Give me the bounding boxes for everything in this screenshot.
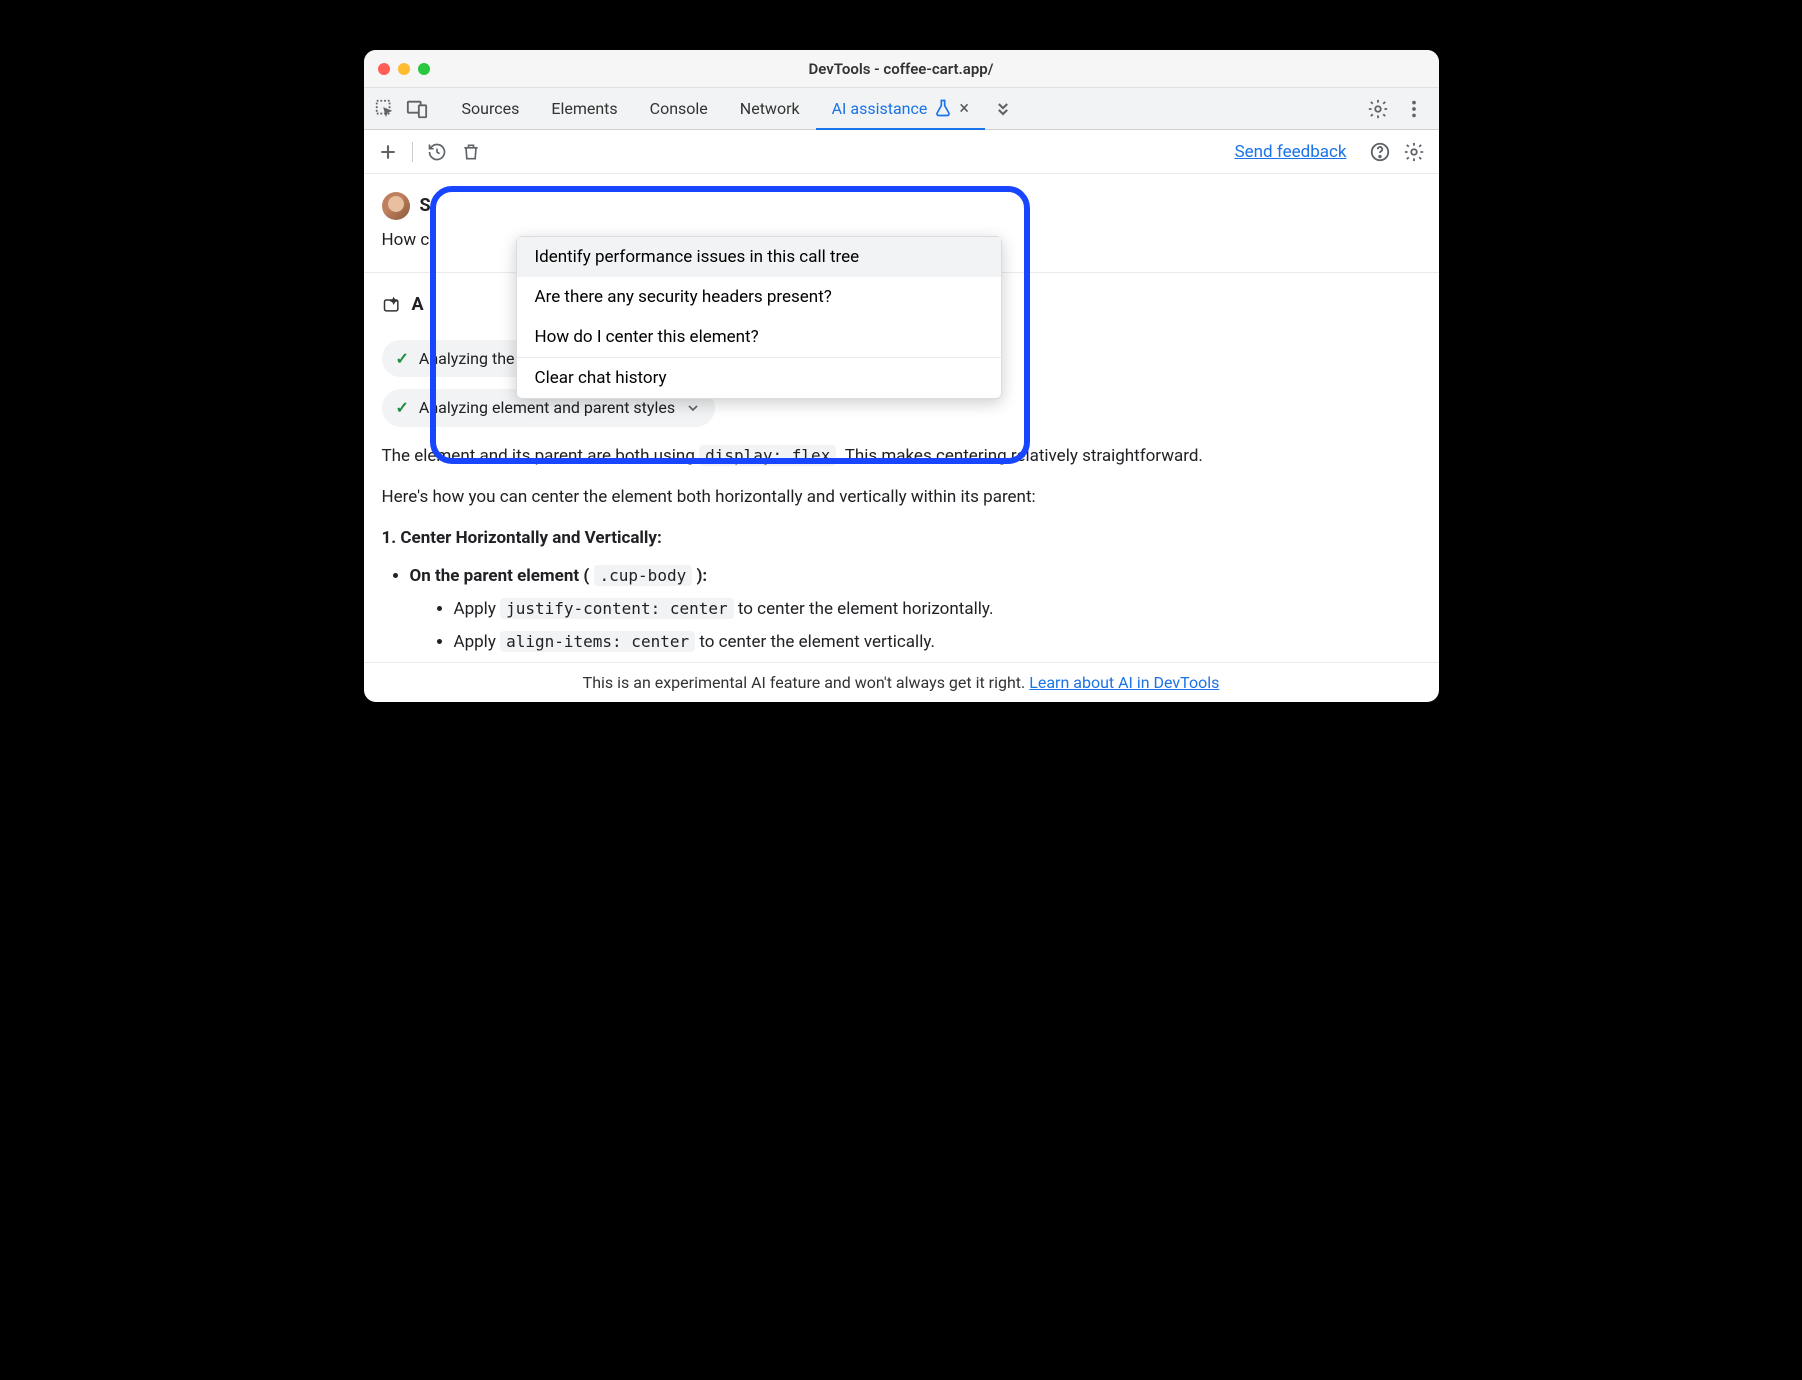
dropdown-item[interactable]: Identify performance issues in this call… xyxy=(517,237,1001,277)
delete-icon[interactable] xyxy=(461,142,481,162)
code-inline: display: flex xyxy=(699,445,836,466)
tab-sources[interactable]: Sources xyxy=(446,88,536,129)
dropdown-item[interactable]: Are there any security headers present? xyxy=(517,277,1001,317)
tab-label: Network xyxy=(740,99,800,118)
tab-label: Console xyxy=(650,99,708,118)
panel-toolbar: Send feedback xyxy=(364,130,1439,174)
titlebar: DevTools - coffee-cart.app/ xyxy=(364,50,1439,88)
learn-more-link[interactable]: Learn about AI in DevTools xyxy=(1029,673,1219,692)
ai-paragraph: The element and its parent are both usin… xyxy=(382,443,1421,470)
tab-console[interactable]: Console xyxy=(634,88,724,129)
inspect-icon[interactable] xyxy=(374,98,396,120)
close-tab-icon[interactable]: × xyxy=(959,98,969,119)
settings-gear-icon[interactable] xyxy=(1367,98,1389,120)
kebab-menu-icon[interactable] xyxy=(1403,98,1425,120)
divider xyxy=(412,142,413,162)
code-inline: align-items: center xyxy=(500,631,695,652)
send-feedback-link[interactable]: Send feedback xyxy=(1235,142,1347,162)
check-icon: ✓ xyxy=(396,395,409,421)
disclaimer-footer: This is an experimental AI feature and w… xyxy=(364,662,1439,702)
pill-label: Analyzing element and parent styles xyxy=(419,395,675,421)
main-tabbar: Sources Elements Console Network AI assi… xyxy=(364,88,1439,130)
tab-elements[interactable]: Elements xyxy=(535,88,633,129)
code-inline: justify-content: center xyxy=(500,598,734,619)
ai-paragraph: Here's how you can center the element bo… xyxy=(382,484,1421,511)
tab-label: Elements xyxy=(551,99,617,118)
list-item: Apply justify-content: center to center … xyxy=(454,596,1421,623)
device-toolbar-icon[interactable] xyxy=(406,98,428,120)
new-chat-icon[interactable] xyxy=(378,142,398,162)
user-name: S xyxy=(420,192,431,221)
ai-sparkle-icon xyxy=(382,295,402,315)
dropdown-clear-history[interactable]: Clear chat history xyxy=(517,358,1001,398)
user-avatar xyxy=(382,192,410,220)
user-message-header: S xyxy=(382,192,1421,221)
chevron-down-icon xyxy=(685,400,701,416)
history-icon[interactable] xyxy=(427,142,447,162)
code-inline: .cup-body xyxy=(594,565,693,586)
window-title: DevTools - coffee-cart.app/ xyxy=(364,60,1439,78)
tab-label: Sources xyxy=(462,99,520,118)
list-item: Apply align-items: center to center the … xyxy=(454,629,1421,656)
more-tabs-icon[interactable] xyxy=(993,99,1013,119)
tab-network[interactable]: Network xyxy=(724,88,816,129)
check-icon: ✓ xyxy=(396,346,409,372)
list-item: On the parent element ( .cup-body ): App… xyxy=(410,563,1421,657)
devtools-window: DevTools - coffee-cart.app/ Sources Elem… xyxy=(364,50,1439,702)
tab-ai-assistance[interactable]: AI assistance × xyxy=(816,89,985,130)
history-dropdown: Identify performance issues in this call… xyxy=(516,236,1002,399)
help-icon[interactable] xyxy=(1369,141,1391,163)
ai-label: A xyxy=(412,291,424,320)
dropdown-item[interactable]: How do I center this element? xyxy=(517,317,1001,357)
disclaimer-text: This is an experimental AI feature and w… xyxy=(583,673,1030,692)
bullet-list: On the parent element ( .cup-body ): App… xyxy=(382,563,1421,657)
tab-label: AI assistance xyxy=(832,99,928,118)
panel-settings-icon[interactable] xyxy=(1403,141,1425,163)
flask-icon xyxy=(933,98,953,118)
bullet-list-inner: Apply justify-content: center to center … xyxy=(410,596,1421,656)
section-heading: 1. Center Horizontally and Vertically: xyxy=(382,525,1421,552)
